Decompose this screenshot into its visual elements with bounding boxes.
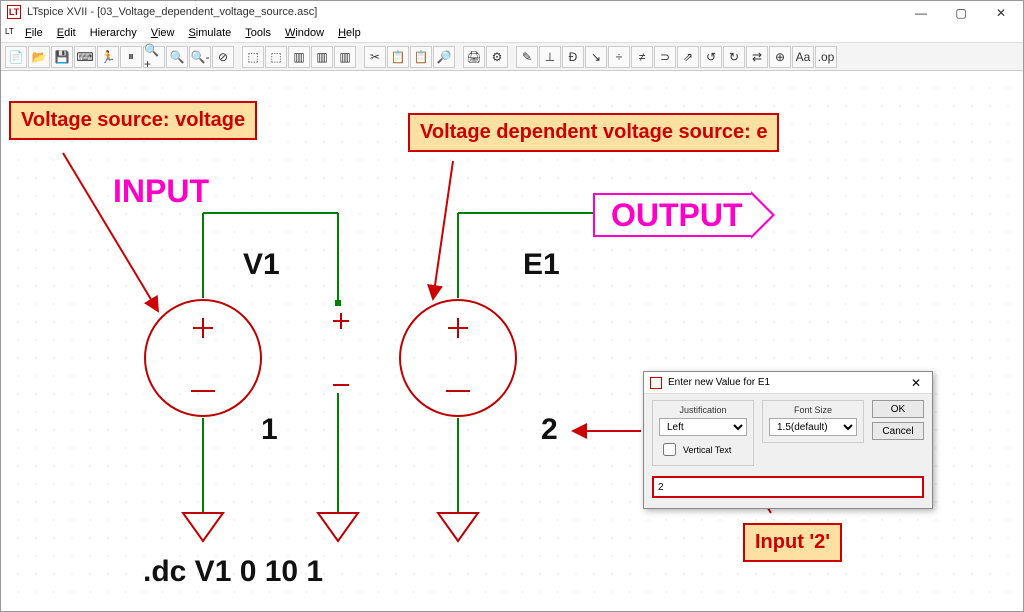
toolbar-button-22[interactable]: 🖨 (463, 46, 485, 68)
vertical-text-checkbox[interactable]: Vertical Text (659, 440, 747, 459)
toolbar-button-34[interactable]: ↻ (723, 46, 745, 68)
maximize-button[interactable]: ▢ (941, 3, 981, 23)
menu-edit[interactable]: Edit (51, 25, 82, 41)
toolbar-button-9[interactable]: ⊘ (212, 46, 234, 68)
title-bar: LT LTspice XVII - [03_Voltage_dependent_… (1, 1, 1023, 23)
menu-view[interactable]: View (145, 25, 181, 41)
ok-button[interactable]: OK (872, 400, 924, 418)
justification-label: Justification (659, 405, 747, 415)
toolbar-button-29[interactable]: ÷ (608, 46, 630, 68)
toolbar-button-20[interactable]: 🔎 (433, 46, 455, 68)
menu-hierarchy[interactable]: Hierarchy (84, 25, 143, 41)
toolbar-button-13[interactable]: ▥ (288, 46, 310, 68)
doc-icon: LT (5, 27, 17, 39)
toolbar-button-15[interactable]: ▥ (334, 46, 356, 68)
menu-simulate[interactable]: Simulate (182, 25, 237, 41)
toolbar-button-14[interactable]: ▥ (311, 46, 333, 68)
toolbar-button-35[interactable]: ⇄ (746, 46, 768, 68)
toolbar-button-18[interactable]: 📋 (387, 46, 409, 68)
toolbar-button-25[interactable]: ✎ (516, 46, 538, 68)
schematic-svg (3, 73, 1021, 609)
fontsize-label: Font Size (769, 405, 857, 415)
fontsize-select[interactable]: 1.5(default) (769, 418, 857, 436)
net-flag-output[interactable]: OUTPUT (593, 191, 775, 239)
toolbar-button-32[interactable]: ⇗ (677, 46, 699, 68)
toolbar-button-1[interactable]: 📂 (28, 46, 50, 68)
toolbar-button-26[interactable]: ⊥ (539, 46, 561, 68)
toolbar-button-6[interactable]: 🔍+ (143, 46, 165, 68)
value-e1[interactable]: 2 (541, 413, 558, 447)
value-v1[interactable]: 1 (261, 413, 278, 447)
menu-file[interactable]: File (19, 25, 49, 41)
toolbar-button-27[interactable]: Đ (562, 46, 584, 68)
toolbar-button-30[interactable]: ≠ (631, 46, 653, 68)
refdes-e1[interactable]: E1 (523, 248, 560, 282)
spice-directive[interactable]: .dc V1 0 10 1 (143, 555, 323, 589)
toolbar-button-2[interactable]: 💾 (51, 46, 73, 68)
edit-value-dialog: Enter new Value for E1 ✕ Justification L… (643, 371, 933, 509)
toolbar-button-33[interactable]: ↺ (700, 46, 722, 68)
menu-window[interactable]: Window (279, 25, 330, 41)
toolbar-button-11[interactable]: ⬚ (242, 46, 264, 68)
app-logo-icon: LT (7, 5, 21, 19)
toolbar-button-23[interactable]: ⚙ (486, 46, 508, 68)
dialog-icon (650, 377, 662, 389)
cancel-button[interactable]: Cancel (872, 422, 924, 440)
app-window: LT LTspice XVII - [03_Voltage_dependent_… (0, 0, 1024, 612)
toolbar-button-36[interactable]: ⊕ (769, 46, 791, 68)
callout-input-2: Input '2' (743, 523, 842, 562)
toolbar-button-19[interactable]: 📋 (410, 46, 432, 68)
toolbar-button-0[interactable]: 📄 (5, 46, 27, 68)
callout-vdvs: Voltage dependent voltage source: e (408, 113, 779, 152)
dialog-title: Enter new Value for E1 (668, 377, 770, 388)
callout-voltage-source: Voltage source: voltage (9, 101, 257, 140)
menu-tools[interactable]: Tools (239, 25, 277, 41)
net-label-input[interactable]: INPUT (113, 173, 209, 210)
flag-point-icon (751, 191, 775, 239)
toolbar-button-3[interactable]: ⌨ (74, 46, 96, 68)
menu-bar: LT File Edit Hierarchy View Simulate Too… (1, 23, 1023, 43)
toolbar-button-37[interactable]: Aa (792, 46, 814, 68)
close-button[interactable]: ✕ (981, 3, 1021, 23)
toolbar-button-12[interactable]: ⬚ (265, 46, 287, 68)
value-input[interactable] (655, 479, 921, 495)
justification-select[interactable]: Left (659, 418, 747, 436)
schematic-canvas[interactable]: Voltage source: voltage Voltage dependen… (3, 73, 1021, 609)
minimize-button[interactable]: — (901, 3, 941, 23)
dialog-close-button[interactable]: ✕ (906, 376, 926, 390)
menu-help[interactable]: Help (332, 25, 367, 41)
toolbar-button-5[interactable]: ⏸ (120, 46, 142, 68)
toolbar-button-17[interactable]: ✂ (364, 46, 386, 68)
dialog-titlebar: Enter new Value for E1 ✕ (644, 372, 932, 394)
toolbar-button-31[interactable]: ⊃ (654, 46, 676, 68)
toolbar-button-28[interactable]: ↘ (585, 46, 607, 68)
net-label-output: OUTPUT (593, 193, 751, 237)
toolbar: 📄📂💾⌨🏃⏸🔍+🔍🔍-⊘⬚⬚▥▥▥✂📋📋🔎🖨⚙✎⊥Đ↘÷≠⊃⇗↺↻⇄⊕Aa.op (1, 43, 1023, 71)
refdes-v1[interactable]: V1 (243, 248, 280, 282)
toolbar-button-4[interactable]: 🏃 (97, 46, 119, 68)
toolbar-button-7[interactable]: 🔍 (166, 46, 188, 68)
toolbar-button-8[interactable]: 🔍- (189, 46, 211, 68)
window-title: LTspice XVII - [03_Voltage_dependent_vol… (27, 6, 317, 18)
toolbar-button-38[interactable]: .op (815, 46, 837, 68)
